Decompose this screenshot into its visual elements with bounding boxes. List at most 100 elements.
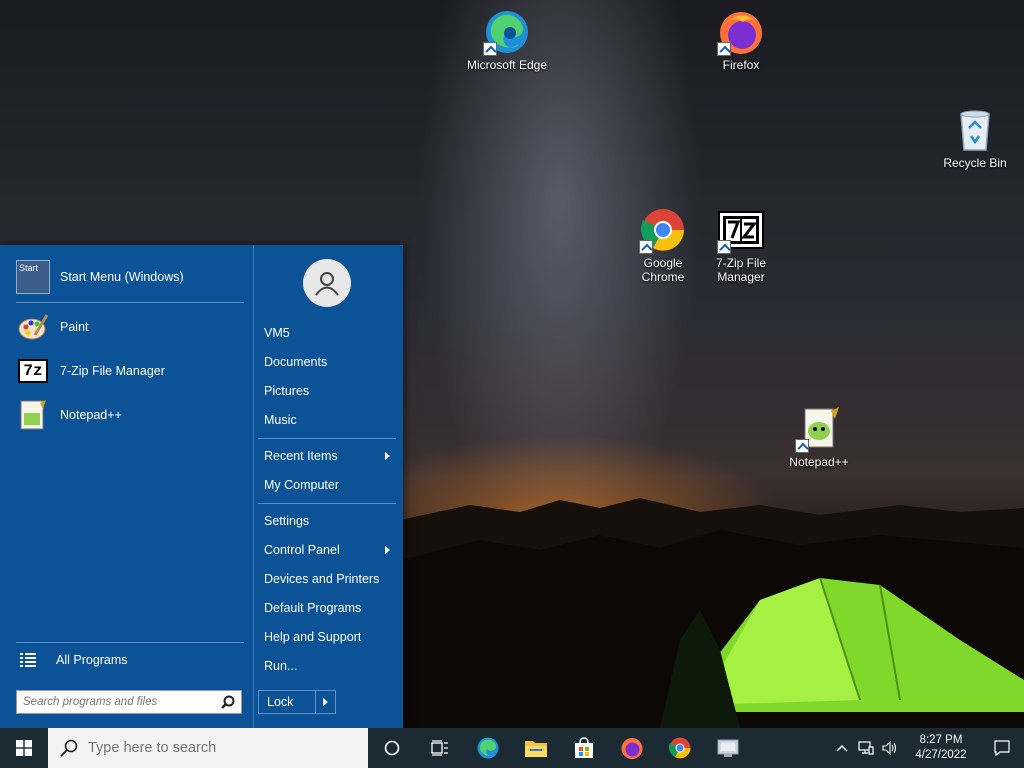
program-7zip[interactable]: 7z 7-Zip File Manager	[0, 351, 254, 391]
notifications-button[interactable]	[980, 728, 1024, 768]
windows-logo-icon	[16, 740, 32, 756]
start-menu: Start Start Menu (Windows) Paint 7z 7-Zi…	[0, 245, 403, 728]
7zip-icon-text: 7z	[18, 359, 48, 383]
list-icon	[16, 643, 40, 677]
submenu-arrow-icon	[385, 452, 390, 460]
program-label: Start Menu (Windows)	[60, 270, 184, 284]
places-pictures[interactable]: Pictures	[264, 379, 394, 403]
lock-options-button[interactable]	[316, 698, 335, 706]
user-icon	[315, 272, 339, 296]
clock[interactable]: 8:27 PM 4/27/2022	[902, 733, 980, 763]
edge-icon	[483, 8, 531, 56]
places-label: Control Panel	[264, 543, 340, 557]
notepadpp-icon	[16, 398, 50, 432]
search-icon[interactable]	[221, 695, 235, 709]
places-label: VM5	[264, 326, 290, 340]
desktop-icon-label: Firefox	[722, 58, 760, 72]
7zip-icon	[717, 210, 765, 254]
control-panel-icon	[717, 739, 739, 757]
start-menu-programs-pane: Start Start Menu (Windows) Paint 7z 7-Zi…	[0, 245, 254, 728]
places-label: Help and Support	[264, 630, 362, 644]
show-hidden-icons-button[interactable]	[830, 728, 854, 768]
firefox-icon	[621, 738, 643, 759]
lock-button[interactable]: Lock	[258, 690, 336, 714]
places-control-panel[interactable]: Control Panel	[264, 538, 394, 562]
program-label: Paint	[60, 320, 89, 334]
taskbar-control-panel[interactable]	[704, 728, 752, 768]
speaker-icon	[882, 741, 897, 755]
start-icon-text: Start	[19, 263, 39, 273]
places-my-computer[interactable]: My Computer	[264, 473, 394, 497]
start-search-box[interactable]	[16, 690, 242, 714]
cortana-button[interactable]	[368, 728, 416, 768]
taskbar: 8:27 PM 4/27/2022	[0, 728, 1024, 768]
taskbar-search-box[interactable]	[48, 728, 368, 768]
desktop-icon-chrome[interactable]: Google Chrome	[621, 206, 705, 284]
desktop-icon-recycle-bin[interactable]: Recycle Bin	[933, 106, 1017, 170]
desktop-icon-firefox[interactable]: Firefox	[699, 8, 783, 72]
firefox-icon	[717, 8, 765, 56]
places-recent-items[interactable]: Recent Items	[264, 444, 394, 468]
places-label: Run...	[264, 659, 298, 673]
paint-icon	[16, 310, 50, 344]
places-label: Devices and Printers	[264, 572, 380, 586]
places-label: Music	[264, 413, 297, 427]
desktop-icon-edge[interactable]: Microsoft Edge	[465, 8, 549, 72]
taskbar-store[interactable]	[560, 728, 608, 768]
places-music[interactable]: Music	[264, 408, 394, 432]
lock-label: Lock	[259, 691, 316, 713]
start-menu-icon: Start	[16, 260, 50, 294]
places-help-support[interactable]: Help and Support	[264, 625, 394, 649]
taskbar-file-explorer[interactable]	[512, 728, 560, 768]
volume-button[interactable]	[878, 728, 902, 768]
start-button[interactable]	[0, 728, 48, 768]
desktop-icon-label: 7-Zip File Manager	[715, 256, 766, 284]
cortana-circle-icon	[384, 740, 400, 756]
start-search-input[interactable]	[23, 696, 203, 708]
7zip-icon: 7z	[16, 354, 50, 388]
chevron-right-icon	[322, 698, 328, 706]
places-label: Default Programs	[264, 601, 362, 615]
places-label: Pictures	[264, 384, 310, 398]
desktop-icon-label: Google Chrome	[641, 256, 685, 284]
search-icon	[60, 739, 78, 757]
edge-icon	[477, 737, 499, 759]
network-button[interactable]	[854, 728, 878, 768]
places-default-programs[interactable]: Default Programs	[264, 596, 394, 620]
taskbar-edge[interactable]	[464, 728, 512, 768]
system-tray: 8:27 PM 4/27/2022	[830, 728, 1024, 768]
places-label: Recent Items	[264, 449, 338, 463]
places-user[interactable]: VM5	[264, 321, 394, 345]
desktop-icon-7zip[interactable]: 7-Zip File Manager	[699, 210, 783, 284]
user-avatar[interactable]	[303, 259, 351, 307]
places-documents[interactable]: Documents	[264, 350, 394, 374]
program-paint[interactable]: Paint	[0, 307, 254, 347]
places-label: My Computer	[264, 478, 340, 492]
desktop-icon-label: Recycle Bin	[943, 156, 1007, 170]
places-settings[interactable]: Settings	[264, 509, 394, 533]
store-bag-icon	[575, 737, 593, 758]
taskbar-search-input[interactable]	[88, 740, 348, 756]
program-label: Notepad++	[60, 408, 122, 422]
chevron-up-icon	[836, 744, 848, 752]
places-devices-printers[interactable]: Devices and Printers	[264, 567, 394, 591]
folder-icon	[525, 741, 547, 757]
places-run[interactable]: Run...	[264, 654, 394, 678]
all-programs-button[interactable]: All Programs	[0, 640, 254, 680]
program-start-menu-windows[interactable]: Start Start Menu (Windows)	[0, 257, 254, 297]
submenu-arrow-icon	[385, 546, 390, 554]
task-view-button[interactable]	[416, 728, 464, 768]
clock-time: 8:27 PM	[919, 734, 963, 746]
desktop-icon-notepadpp[interactable]: Notepad++	[777, 405, 861, 469]
taskbar-firefox[interactable]	[608, 728, 656, 768]
desktop-icon-label: Notepad++	[789, 455, 849, 469]
program-notepadpp[interactable]: Notepad++	[0, 395, 254, 435]
all-programs-label: All Programs	[56, 653, 128, 667]
notepadpp-icon	[795, 405, 843, 453]
places-label: Documents	[264, 355, 328, 369]
taskbar-chrome[interactable]	[656, 728, 704, 768]
start-menu-places-pane: VM5 Documents Pictures Music Recent Item…	[254, 245, 403, 728]
chrome-icon	[668, 737, 691, 759]
chrome-icon	[639, 206, 687, 254]
clock-date: 4/27/2022	[915, 749, 967, 761]
